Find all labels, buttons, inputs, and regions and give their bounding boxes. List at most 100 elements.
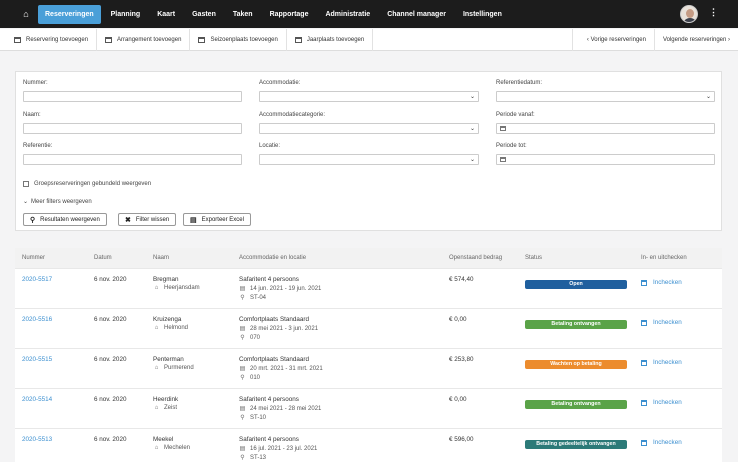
- table-row[interactable]: 2020-5514 6 nov. 2020 Heerdink ⌂ Zeist Sa…: [15, 388, 722, 428]
- label-accommodatie: Accommodatie:: [259, 80, 301, 86]
- locatie-select[interactable]: ⌄: [259, 154, 479, 165]
- accommodation-name: Comfortplaats Standaard: [239, 356, 310, 363]
- calendar-icon: ▤: [239, 406, 246, 412]
- reservation-number-link[interactable]: 2020-5513: [22, 436, 52, 443]
- more-filters-toggle[interactable]: ⌄ Meer filters weergeven: [23, 198, 92, 206]
- table-row[interactable]: 2020-5517 6 nov. 2020 Bregman ⌂ Heerjansd…: [15, 268, 722, 308]
- column-header[interactable]: Openstaand bedrag: [449, 255, 502, 261]
- calendar-icon: [641, 399, 647, 406]
- home-icon: ⌂: [154, 285, 159, 291]
- column-header[interactable]: Accommodatie en locatie: [239, 255, 306, 261]
- checkin-link[interactable]: Inchecken: [641, 399, 682, 406]
- status-badge: Betaling gedeeltelijk ontvangen: [525, 440, 627, 449]
- export-excel-button[interactable]: ▤ Exporteer Excel: [183, 213, 251, 226]
- nav-planning[interactable]: Planning: [104, 5, 148, 24]
- add-arrangement-button[interactable]: Arrangement toevoegen: [97, 28, 191, 51]
- guest-city: ⌂ Mechelen: [153, 445, 190, 451]
- top-navbar: ⌂ Reserveringen Planning Kaart Gasten Ta…: [0, 0, 738, 28]
- calendar-icon: [641, 439, 647, 446]
- guest-city-text: Mechelen: [164, 445, 191, 451]
- reservation-number-link[interactable]: 2020-5517: [22, 276, 52, 283]
- location-text: 070: [250, 334, 261, 341]
- nav-channel-manager[interactable]: Channel manager: [380, 5, 453, 24]
- nav-administratie[interactable]: Administratie: [318, 5, 377, 24]
- label-referentiedatum: Referentiedatum:: [496, 80, 543, 86]
- next-reservations-button[interactable]: Volgende reserveringen ›: [653, 29, 738, 51]
- guest-city-text: Heerjansdam: [164, 285, 200, 291]
- map-pin-icon: ⚲: [240, 295, 245, 301]
- reservation-date: 6 nov. 2020: [94, 316, 127, 323]
- checkin-link[interactable]: Inchecken: [641, 319, 682, 326]
- table-row[interactable]: 2020-5515 6 nov. 2020 Penterman ⌂ Purmere…: [15, 348, 722, 388]
- map-pin-icon: ⚲: [240, 455, 245, 461]
- reservation-number-link[interactable]: 2020-5516: [22, 316, 52, 323]
- guest-city: ⌂ Helmond: [153, 325, 188, 331]
- accommodatie-select[interactable]: ⌄: [259, 91, 479, 102]
- label-accommodatiecategorie: Accommodatiecategorie:: [259, 112, 326, 118]
- reservation-number-link[interactable]: 2020-5514: [22, 396, 52, 403]
- more-menu-icon[interactable]: ⋮: [709, 7, 718, 18]
- home-icon: ⌂: [154, 405, 159, 411]
- referentie-input[interactable]: [23, 154, 242, 165]
- stay-period: ▤ 20 mrt. 2021 - 31 mrt. 2021: [239, 365, 323, 373]
- calendar-icon: [641, 319, 647, 326]
- column-header[interactable]: Status: [525, 255, 542, 261]
- group-reservations-checkbox[interactable]: [23, 181, 29, 187]
- table-row[interactable]: 2020-5516 6 nov. 2020 Kruizenga ⌂ Helmond…: [15, 308, 722, 348]
- stay-period-text: 28 mei 2021 - 3 jun. 2021: [250, 325, 319, 332]
- add-reservation-button[interactable]: Reservering toevoegen: [0, 28, 98, 51]
- stay-period: ▤ 28 mei 2021 - 3 jun. 2021: [239, 325, 319, 333]
- show-results-button[interactable]: ⚲ Resultaten weergeven: [23, 213, 107, 226]
- nummer-input[interactable]: [23, 91, 242, 102]
- location-text: ST-04: [250, 294, 267, 301]
- show-results-label: Resultaten weergeven: [40, 216, 100, 223]
- avatar-face: [686, 9, 694, 18]
- nav-kaart[interactable]: Kaart: [150, 5, 182, 24]
- naam-input[interactable]: [23, 123, 242, 134]
- periode-tot-input[interactable]: [496, 154, 715, 165]
- reservation-date: 6 nov. 2020: [94, 396, 127, 403]
- nav-taken[interactable]: Taken: [226, 5, 260, 24]
- guest-name: Meekel: [153, 436, 174, 443]
- checkin-link[interactable]: Inchecken: [641, 439, 682, 446]
- outstanding-amount: € 0,00: [449, 316, 467, 323]
- accommodation-name: Comfortplaats Standaard: [239, 316, 310, 323]
- column-header[interactable]: In- en uitchecken: [641, 255, 687, 261]
- checkin-label: Inchecken: [653, 319, 682, 326]
- column-header[interactable]: Nummer: [22, 255, 45, 261]
- clear-filter-button[interactable]: ✖ Filter wissen: [118, 213, 177, 226]
- calendar-icon: ▤: [239, 326, 246, 332]
- user-avatar[interactable]: [680, 5, 698, 23]
- add-season-place-button[interactable]: Seizoenplaats toevoegen: [190, 28, 287, 51]
- checkin-link[interactable]: Inchecken: [641, 279, 682, 286]
- referentiedatum-select[interactable]: ⌄: [496, 91, 715, 102]
- column-header[interactable]: Datum: [94, 255, 112, 261]
- label-periode-vanaf: Periode vanaf:: [496, 112, 535, 118]
- location-text: ST-13: [250, 454, 267, 461]
- column-header[interactable]: Naam: [153, 255, 169, 261]
- checkin-link[interactable]: Inchecken: [641, 359, 682, 366]
- guest-city-text: Zeist: [164, 405, 178, 411]
- checkin-label: Inchecken: [653, 399, 682, 406]
- stay-period-text: 16 jul. 2021 - 23 jul. 2021: [250, 445, 318, 452]
- status-badge: Betaling ontvangen: [525, 400, 627, 409]
- periode-vanaf-input[interactable]: [496, 123, 715, 134]
- chevron-down-icon: ⌄: [469, 94, 475, 100]
- previous-reservations-button[interactable]: ‹ Vorige reserveringen: [571, 29, 654, 51]
- home-icon: ⌂: [154, 325, 159, 331]
- chevron-down-icon: ⌄: [23, 199, 29, 205]
- guest-name: Kruizenga: [153, 316, 182, 323]
- table-row[interactable]: 2020-5513 6 nov. 2020 Meekel ⌂ Mechelen S…: [15, 428, 722, 462]
- nav-rapportage[interactable]: Rapportage: [263, 5, 316, 24]
- checkin-label: Inchecken: [653, 279, 682, 286]
- nav-reserveringen[interactable]: Reserveringen: [38, 4, 101, 24]
- home-icon[interactable]: ⌂: [14, 9, 38, 19]
- accommodatiecategorie-select[interactable]: ⌄: [259, 123, 479, 134]
- reservation-date: 6 nov. 2020: [94, 356, 127, 363]
- calendar-icon: ▤: [239, 366, 246, 372]
- nav-gasten[interactable]: Gasten: [185, 5, 223, 24]
- add-year-place-button[interactable]: Jaarplaats toevoegen: [287, 28, 374, 51]
- reservation-number-link[interactable]: 2020-5515: [22, 356, 52, 363]
- nav-instellingen[interactable]: Instellingen: [456, 5, 509, 24]
- accommodation-location: ⚲ 070: [239, 334, 261, 342]
